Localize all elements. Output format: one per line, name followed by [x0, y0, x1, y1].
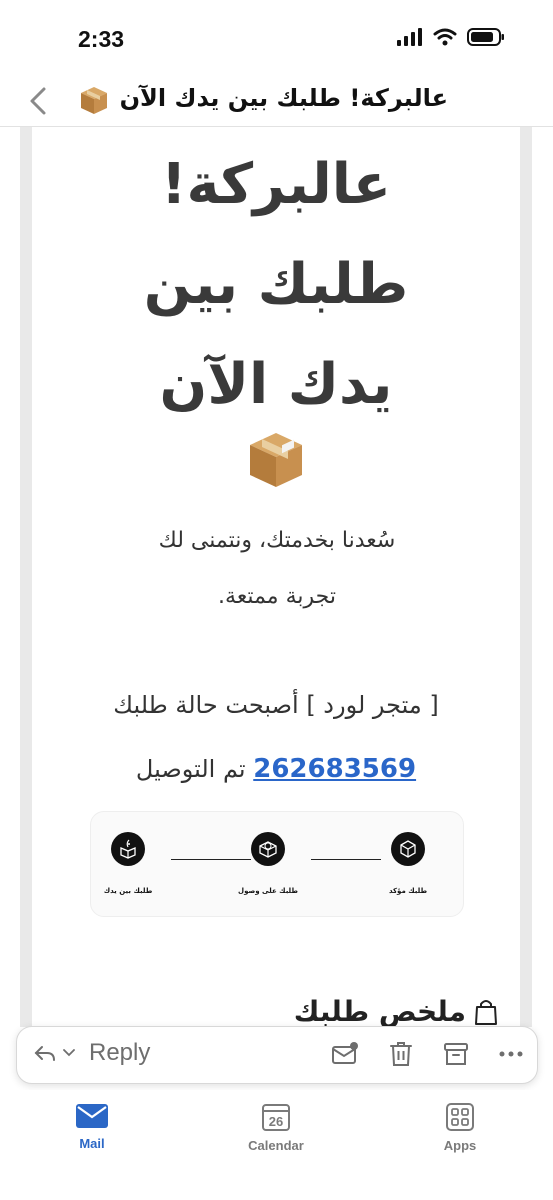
email-frame-left	[20, 127, 32, 1027]
email-subject: عالبركة! طلبك بين يدك الآن	[119, 84, 448, 112]
email-body: عالبركة! طلبك بين يدك الآن سُعدنا بخدمتك…	[32, 127, 520, 1027]
box-check-icon	[400, 840, 416, 858]
bottom-tab-bar: Mail 26 Calendar Apps	[0, 1090, 553, 1200]
package-box-icon	[250, 433, 302, 487]
thanks-line: سُعدنا بخدمتك، ونتمنى لك	[158, 528, 396, 553]
tracker-step-confirmed	[391, 832, 425, 866]
tracker-connector	[311, 859, 381, 860]
order-tracker: طلبك بين يدك طلبك على وصول طلبك مؤكد	[90, 811, 464, 917]
order-status: [ متجر لورد ] أصبحت حالة طلبك 262683569 …	[42, 673, 510, 801]
reply-button[interactable]: Reply	[33, 1039, 150, 1067]
tab-calendar[interactable]: 26 Calendar	[231, 1102, 321, 1153]
chevron-down-icon[interactable]	[63, 1048, 75, 1058]
status-line: [ متجر لورد ] أصبحت حالة طلبك	[113, 691, 439, 719]
box-globe-icon	[259, 841, 277, 858]
tracker-label: طلبك بين يدك	[103, 887, 153, 895]
message-action-toolbar: Reply	[16, 1026, 538, 1084]
status-line-2: 262683569 تم التوصيل	[42, 737, 510, 801]
back-chevron-icon[interactable]	[26, 86, 50, 116]
tracker-connector	[171, 859, 251, 860]
clock-time: 2:33	[78, 26, 125, 52]
trash-icon[interactable]	[389, 1041, 413, 1067]
more-options-icon[interactable]	[499, 1051, 523, 1057]
mail-icon	[76, 1104, 108, 1128]
tab-mail[interactable]: Mail	[47, 1102, 137, 1151]
summary-title: ملخص طلبك	[293, 995, 466, 1027]
headline-line: عالبركة!	[160, 152, 392, 217]
calendar-icon: 26	[262, 1104, 290, 1131]
thanks-message: سُعدنا بخدمتك، ونتمنى لك تجربة ممتعة.	[102, 513, 452, 625]
box-open-icon	[120, 839, 136, 859]
tracker-step-delivered	[111, 832, 145, 866]
order-number-link[interactable]: 262683569	[253, 754, 416, 784]
order-summary-heading: ملخص طلبك	[294, 995, 498, 1027]
archive-icon[interactable]	[443, 1041, 469, 1067]
tab-label: Calendar	[248, 1138, 304, 1153]
status-bar: 2:33	[0, 0, 553, 80]
wifi-icon	[433, 28, 457, 46]
shopping-bag-icon	[475, 999, 497, 1025]
tab-apps[interactable]: Apps	[415, 1102, 505, 1153]
email-frame-right	[520, 127, 532, 1027]
tab-label: Mail	[79, 1136, 105, 1151]
reply-label: Reply	[89, 1039, 151, 1066]
status-value: تم التوصيل	[135, 755, 246, 783]
mark-unread-icon[interactable]	[331, 1041, 359, 1067]
package-box-icon	[81, 87, 107, 114]
headline-line: طلبك بين	[143, 252, 409, 317]
signal-icon	[397, 28, 422, 46]
status-icons	[397, 28, 505, 46]
message-header: عالبركة! طلبك بين يدك الآن	[0, 80, 553, 127]
reply-arrow-icon	[34, 1046, 55, 1061]
tab-label: Apps	[443, 1138, 477, 1153]
tracker-step-on-the-way	[251, 832, 285, 866]
tracker-label: طلبك مؤكد	[388, 887, 428, 895]
apps-grid-icon	[446, 1103, 474, 1131]
headline-line: يدك الآن	[159, 352, 393, 417]
calendar-day: 26	[269, 1114, 283, 1129]
tracker-label: طلبك على وصول	[238, 887, 298, 895]
email-headline: عالبركة! طلبك بين يدك الآن	[32, 135, 520, 435]
battery-icon	[467, 28, 504, 46]
thanks-line: تجربة ممتعة.	[218, 584, 336, 609]
